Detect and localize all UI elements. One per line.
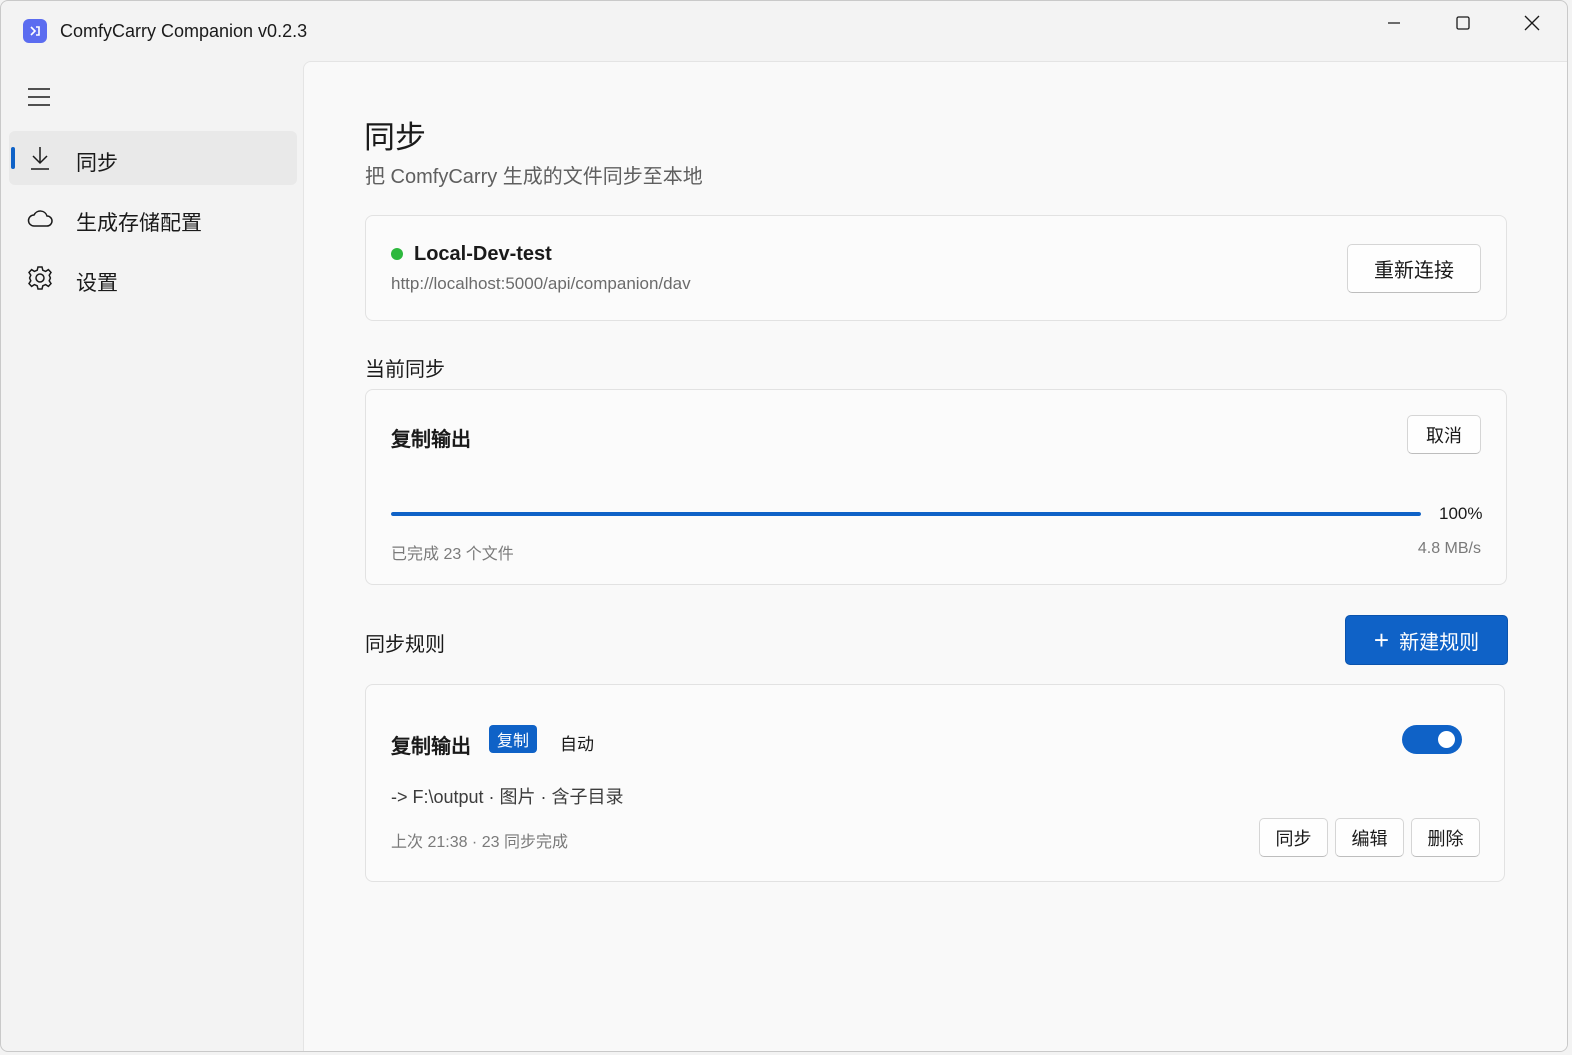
maximize-icon	[1455, 16, 1470, 30]
new-rule-button[interactable]: + 新建规则	[1345, 615, 1508, 665]
rule-edit-button[interactable]: 编辑	[1335, 818, 1404, 857]
completed-files-text: 已完成 23 个文件	[391, 546, 514, 563]
rule-name: 复制输出	[391, 736, 471, 758]
title-bar: ComfyCarry Companion v0.2.3	[1, 1, 1567, 61]
minimize-icon	[1387, 22, 1400, 24]
current-sync-card: 复制输出 取消 100% 已完成 23 个文件 4.8 MB/s	[365, 389, 1507, 585]
progress-percentage: 100%	[1439, 504, 1483, 523]
app-window: ComfyCarry Companion v0.2.3 同步 生成存储配置 设置…	[0, 0, 1568, 1052]
sidebar-item-settings[interactable]: 设置	[9, 251, 297, 305]
connection-status-dot	[391, 248, 403, 260]
rule-last-sync: 上次 21:38 · 23 同步完成	[391, 834, 568, 851]
sidebar-item-label: 同步	[76, 152, 118, 175]
download-icon	[27, 145, 53, 171]
plus-icon: +	[1373, 625, 1390, 655]
hamburger-icon	[28, 88, 50, 106]
rule-delete-button[interactable]: 删除	[1411, 818, 1480, 857]
new-rule-label: 新建规则	[1399, 631, 1480, 654]
close-button[interactable]	[1497, 1, 1566, 45]
rule-sync-button[interactable]: 同步	[1259, 818, 1328, 857]
app-logo-icon	[23, 19, 47, 43]
rule-destination: -> F:\output · 图片 · 含子目录	[391, 787, 624, 807]
rule-enabled-toggle[interactable]	[1402, 725, 1462, 754]
progress-bar	[391, 512, 1421, 516]
rule-trigger-label: 自动	[560, 735, 594, 754]
page-title: 同步	[364, 120, 426, 155]
sidebar-item-label: 设置	[76, 272, 118, 295]
active-indicator	[11, 147, 15, 169]
progress-bar-fill	[391, 512, 1421, 516]
sync-rules-heading: 同步规则	[365, 634, 445, 656]
transfer-speed: 4.8 MB/s	[1417, 540, 1481, 557]
sidebar-item-storage-config[interactable]: 生成存储配置	[9, 191, 297, 245]
close-icon	[1524, 15, 1539, 31]
main-content: 同步 把 ComfyCarry 生成的文件同步至本地 Local-Dev-tes…	[303, 61, 1567, 1051]
sidebar-item-label: 生成存储配置	[76, 212, 202, 235]
maximize-button[interactable]	[1428, 1, 1497, 45]
reconnect-button[interactable]: 重新连接	[1347, 244, 1481, 293]
sync-task-name: 复制输出	[391, 429, 471, 451]
rule-card: 复制输出 复制 自动 -> F:\output · 图片 · 含子目录 上次 2…	[365, 684, 1505, 882]
sidebar: 同步 生成存储配置 设置	[1, 61, 303, 1051]
menu-toggle-button[interactable]	[17, 77, 61, 117]
server-url: http://localhost:5000/api/companion/dav	[391, 274, 691, 293]
toggle-knob	[1438, 731, 1455, 748]
server-card: Local-Dev-test http://localhost:5000/api…	[365, 215, 1507, 321]
minimize-button[interactable]	[1359, 1, 1428, 45]
current-sync-heading: 当前同步	[365, 359, 445, 381]
window-title: ComfyCarry Companion v0.2.3	[60, 21, 308, 41]
gear-icon	[27, 265, 53, 291]
cloud-icon	[27, 205, 53, 231]
sidebar-item-sync[interactable]: 同步	[9, 131, 297, 185]
server-name: Local-Dev-test	[414, 243, 552, 265]
cancel-sync-button[interactable]: 取消	[1407, 415, 1481, 454]
rule-mode-badge: 复制	[489, 725, 538, 753]
page-subtitle: 把 ComfyCarry 生成的文件同步至本地	[365, 166, 703, 188]
